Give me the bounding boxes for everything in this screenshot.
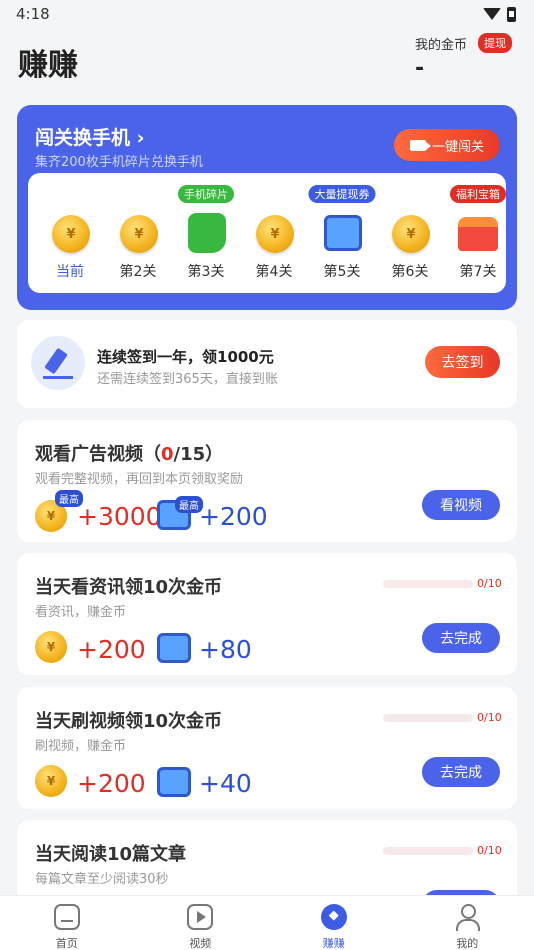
coin-reward: +3000 <box>77 502 162 531</box>
coin-reward: +200 <box>77 769 146 798</box>
level-item-current[interactable]: ¥ 当前 <box>38 173 102 293</box>
ticket-reward: +40 <box>199 769 252 798</box>
earn-icon <box>320 904 347 930</box>
ticket-icon <box>157 767 191 797</box>
level-item-4[interactable]: ¥ 第4关 <box>242 173 306 293</box>
coin-icon: ¥ <box>52 215 90 253</box>
levels-panel: ¥ 当前 ¥ 第2关 手机碎片 第3关 ¥ 第4关 大量提现券 第5关 ¥ 第6… <box>28 173 506 293</box>
tab-earn[interactable]: 赚赚 <box>267 896 401 950</box>
level-challenge-title[interactable]: 闯关换手机 › <box>35 123 144 150</box>
signin-title: 连续签到一年，领1000元 <box>97 348 274 366</box>
level-item-3[interactable]: 手机碎片 第3关 <box>174 173 238 293</box>
status-bar: 4:18 <box>0 0 534 28</box>
complete-button[interactable]: 去完成 <box>422 757 500 787</box>
level-challenge-card: 闯关换手机 › 集齐200枚手机碎片兑换手机 一键闯关 ¥ 当前 ¥ 第2关 手… <box>17 105 517 310</box>
tab-label: 视频 <box>189 937 212 950</box>
signin-button[interactable]: 去签到 <box>425 346 500 378</box>
task-progress-bar <box>383 580 473 588</box>
task-title: 当天阅读10篇文章 <box>35 844 187 865</box>
task-subtitle: 每篇文章至少阅读30秒 <box>35 872 169 887</box>
task-title: 当天看资讯领10次金币 <box>35 577 223 598</box>
battery-icon <box>507 6 516 22</box>
task-title: 观看广告视频（0/15） <box>35 444 224 465</box>
task-progress-text: 0/10 <box>477 711 502 724</box>
level-label: 第4关 <box>255 264 293 280</box>
level-item-7[interactable]: 福利宝箱 第7关 <box>446 173 510 293</box>
status-icons <box>483 6 516 22</box>
task-subtitle: 刷视频，赚金币 <box>35 739 127 754</box>
level-label: 第7关 <box>459 264 497 280</box>
coin-icon: ¥ <box>35 631 67 663</box>
coin-icon: ¥ <box>256 215 294 253</box>
task-progress-text: 0/10 <box>477 577 502 590</box>
pen-underline <box>43 376 73 379</box>
pen-icon <box>44 347 68 375</box>
treasure-chest-icon <box>458 217 498 251</box>
user-icon <box>454 904 481 931</box>
task-title: 当天刷视频领10次金币 <box>35 711 223 732</box>
wifi-icon <box>483 8 501 20</box>
ticket-icon <box>157 633 191 663</box>
cash-coupon-tag: 大量提现券 <box>308 185 376 203</box>
level-item-2[interactable]: ¥ 第2关 <box>106 173 170 293</box>
level-label: 第6关 <box>391 264 429 280</box>
level-label: 第5关 <box>323 264 361 280</box>
ticket-reward: +200 <box>199 502 268 531</box>
level-label: 当前 <box>56 264 84 280</box>
tab-label: 首页 <box>55 937 78 950</box>
coin-icon: ¥ <box>392 215 430 253</box>
status-time: 4:18 <box>16 5 50 23</box>
my-coins-label: 我的金币 <box>415 38 468 53</box>
signin-icon <box>31 336 85 390</box>
task-card-watch-ads: 观看广告视频（0/15） 观看完整视频，再回到本页领取奖励 ¥ 最高 +3000… <box>17 420 517 542</box>
tab-mine[interactable]: 我的 <box>401 896 534 950</box>
level-item-5[interactable]: 大量提现券 第5关 <box>308 173 376 293</box>
level-challenge-subtitle: 集齐200枚手机碎片兑换手机 <box>35 155 203 170</box>
task-subtitle: 看资讯，赚金币 <box>35 605 127 620</box>
phone-fragment-tag: 手机碎片 <box>178 185 234 203</box>
home-icon <box>53 904 80 930</box>
my-coins-value: - <box>415 56 425 81</box>
coin-icon: ¥ <box>35 765 67 797</box>
tab-video[interactable]: 视频 <box>134 896 268 950</box>
one-click-challenge-button[interactable]: 一键闯关 <box>394 129 500 161</box>
complete-button[interactable]: 去完成 <box>422 623 500 653</box>
challenge-button-label: 一键闯关 <box>431 139 484 155</box>
signin-card: 连续签到一年，领1000元 还需连续签到365天，直接到账 去签到 <box>17 320 517 408</box>
level-label: 第2关 <box>119 264 157 280</box>
ticket-reward: +80 <box>199 635 252 664</box>
withdraw-button[interactable]: 提现 <box>478 33 512 53</box>
level-item-6[interactable]: ¥ 第6关 <box>378 173 442 293</box>
task-progress-bar <box>383 847 473 855</box>
bottom-tab-bar: 首页 视频 赚赚 我的 <box>0 895 534 950</box>
tab-label: 赚赚 <box>322 937 345 950</box>
tab-label: 我的 <box>456 937 479 950</box>
ticket-icon <box>324 215 362 251</box>
watch-video-button[interactable]: 看视频 <box>422 490 500 520</box>
tab-home[interactable]: 首页 <box>0 896 134 950</box>
play-icon <box>187 904 214 930</box>
task-card-news: 当天看资讯领10次金币 看资讯，赚金币 0/10 ¥ +200 +80 去完成 <box>17 553 517 675</box>
coin-icon: ¥ <box>120 215 158 253</box>
puzzle-icon <box>188 213 226 253</box>
signin-subtitle: 还需连续签到365天，直接到账 <box>97 372 278 387</box>
task-progress-text: 0/10 <box>477 844 502 857</box>
level-label: 第3关 <box>187 264 225 280</box>
gift-chest-tag: 福利宝箱 <box>450 185 506 203</box>
header: 赚赚 我的金币 提现 - <box>0 28 534 98</box>
task-card-videos: 当天刷视频领10次金币 刷视频，赚金币 0/10 ¥ +200 +40 去完成 <box>17 687 517 809</box>
task-subtitle: 观看完整视频，再回到本页领取奖励 <box>35 472 244 487</box>
coin-reward: +200 <box>77 635 146 664</box>
task-progress-bar <box>383 714 473 722</box>
video-camera-icon <box>409 139 431 151</box>
page-title: 赚赚 <box>18 48 78 83</box>
